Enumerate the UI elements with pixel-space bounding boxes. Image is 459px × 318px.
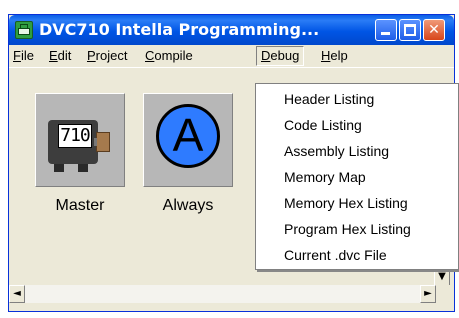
connector-icon — [94, 132, 110, 152]
menu-bar: File Edit Project Compile Debug Help — [9, 45, 454, 68]
debug-dropdown-menu: Header Listing Code Listing Assembly Lis… — [255, 83, 459, 270]
always-circle-icon: A — [156, 104, 220, 168]
window-title: DVC710 Intella Programming... — [39, 20, 320, 39]
menu-edit-mnemonic: E — [49, 48, 58, 63]
menu-help-label: elp — [330, 48, 348, 63]
menu-item-program-hex-listing[interactable]: Program Hex Listing — [284, 218, 411, 240]
menu-edit-label: dit — [57, 48, 72, 63]
app-icon[interactable] — [15, 21, 33, 39]
master-label: Master — [55, 197, 105, 214]
menu-file[interactable]: File — [9, 47, 38, 65]
menu-project-mnemonic: P — [87, 48, 96, 63]
minimize-icon — [381, 32, 390, 35]
horizontal-scrollbar[interactable]: ◄ ► — [9, 285, 454, 303]
menu-file-mnemonic: F — [13, 48, 21, 63]
menu-compile-label: ompile — [154, 48, 193, 63]
scroll-left-button[interactable]: ◄ — [9, 285, 25, 303]
scroll-track[interactable] — [25, 285, 420, 303]
scroll-down-button[interactable]: ▼ — [434, 268, 450, 286]
title-bar[interactable]: DVC710 Intella Programming... ✕ — [9, 15, 454, 45]
menu-compile-mnemonic: C — [145, 48, 155, 63]
menu-project[interactable]: Project — [83, 47, 131, 65]
menu-item-current-dvc-file[interactable]: Current .dvc File — [284, 244, 387, 266]
menu-item-code-listing[interactable]: Code Listing — [284, 114, 362, 136]
device-display: 710 — [58, 124, 92, 148]
always-label: Always — [162, 197, 214, 214]
menu-item-header-listing[interactable]: Header Listing — [284, 88, 374, 110]
scroll-right-icon: ► — [424, 288, 432, 299]
close-button[interactable]: ✕ — [423, 19, 445, 41]
close-icon: ✕ — [428, 22, 440, 38]
maximize-icon — [404, 24, 416, 36]
menu-item-memory-map[interactable]: Memory Map — [284, 166, 366, 188]
menu-debug[interactable]: Debug — [256, 46, 305, 66]
scroll-right-button[interactable]: ► — [420, 285, 436, 303]
menu-debug-label: ebug — [270, 48, 300, 63]
scroll-down-icon: ▼ — [438, 271, 446, 282]
menu-file-label: ile — [20, 48, 34, 63]
menu-help-mnemonic: H — [321, 48, 331, 63]
menu-item-assembly-listing[interactable]: Assembly Listing — [284, 140, 389, 162]
menu-debug-mnemonic: D — [261, 48, 271, 63]
menu-edit[interactable]: Edit — [45, 47, 75, 65]
menu-item-memory-hex-listing[interactable]: Memory Hex Listing — [284, 192, 408, 214]
menu-compile[interactable]: Compile — [141, 47, 197, 65]
scroll-left-icon: ◄ — [13, 288, 21, 299]
device-foot — [78, 164, 88, 172]
menu-project-label: roject — [95, 48, 128, 63]
device-foot — [54, 164, 64, 172]
maximize-button[interactable] — [399, 19, 421, 41]
always-tile[interactable]: A — [143, 93, 233, 187]
master-tile[interactable]: 710 — [35, 93, 125, 187]
minimize-button[interactable] — [375, 19, 397, 41]
menu-help[interactable]: Help — [317, 47, 352, 65]
